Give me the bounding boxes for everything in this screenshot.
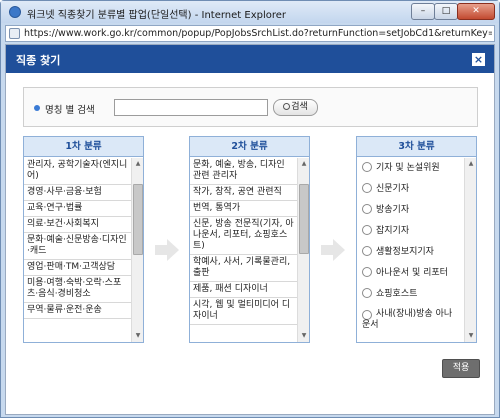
apply-button[interactable]: 적용	[442, 359, 480, 378]
list-item[interactable]: 교육·연구·법률	[24, 201, 131, 217]
maximize-button[interactable]: □	[434, 3, 458, 20]
popup-close-button[interactable]: ×	[472, 53, 485, 66]
column-header-1: 1차 분류	[24, 137, 143, 157]
address-bar[interactable]: https://www.work.go.kr/common/popup/PopJ…	[5, 25, 495, 42]
radio-button[interactable]	[362, 288, 372, 298]
list-item[interactable]: 시각, 웹 및 멀티미디어 디자이너	[190, 298, 297, 325]
radio-button[interactable]	[362, 183, 372, 193]
list-item[interactable]: 경영·사무·금융·보험	[24, 185, 131, 201]
radio-option[interactable]: 신문기자	[357, 179, 464, 200]
scroll-thumb[interactable]	[299, 184, 309, 254]
scrollbar[interactable]: ▲ ▼	[131, 158, 143, 342]
title-bar[interactable]: 워크넷 직종찾기 분류별 팝업(단일선택) - Internet Explore…	[1, 1, 499, 23]
scrollbar[interactable]: ▲ ▼	[297, 158, 309, 342]
search-button-label: 검색	[291, 102, 308, 112]
ie-logo-icon	[9, 6, 21, 18]
scroll-up-icon[interactable]: ▲	[133, 159, 143, 169]
column-header-2: 2차 분류	[190, 137, 309, 157]
radio-option[interactable]: 생활정보지기자	[357, 242, 464, 263]
list-item[interactable]: 문화·예술·신문방송·디자인·캐드	[24, 233, 131, 260]
bullet-icon	[34, 105, 40, 111]
radio-label: 아나운서 및 리포터	[376, 268, 448, 278]
arrow-right-icon	[155, 239, 179, 261]
scroll-down-icon[interactable]: ▼	[299, 331, 309, 341]
scroll-down-icon[interactable]: ▼	[466, 331, 476, 341]
arrow-right-icon	[321, 239, 345, 261]
page-icon	[9, 28, 20, 39]
scroll-up-icon[interactable]: ▲	[466, 159, 476, 169]
radio-label: 기자 및 논설위원	[376, 163, 440, 173]
category-column-1: 1차 분류 관리자, 공학기술자(엔지니어) 경영·사무·금융·보험 교육·연구…	[23, 136, 144, 343]
list-item[interactable]: 무역·물류·운전·운송	[24, 303, 131, 319]
list-item[interactable]: 신문, 방송 전문직(기자, 아나운서, 리포터, 쇼핑호스트)	[190, 217, 297, 255]
list-item[interactable]: 제품, 패션 디자이너	[190, 282, 297, 298]
radio-label: 방송기자	[376, 205, 410, 215]
search-area: 명칭 별 검색 검색	[23, 87, 478, 127]
popup-header: 직종 찾기 ×	[6, 45, 494, 73]
list-item[interactable]: 관리자, 공학기술자(엔지니어)	[24, 158, 131, 185]
category-list-2: 문화, 예술, 방송, 디자인 관련 관리자 작가, 창작, 공연 관련직 번역…	[190, 158, 297, 342]
radio-label: 사내(장내)방송 아나운서	[362, 309, 453, 330]
search-label: 명칭 별 검색	[45, 105, 95, 116]
radio-label: 신문기자	[376, 184, 410, 194]
category-column-3: 3차 분류 기자 및 논설위원 신문기자 방송기자 잡지기자 생활정보지기자 아…	[356, 136, 477, 343]
radio-option[interactable]: 기자 및 논설위원	[357, 158, 464, 179]
category-list-3: 기자 및 논설위원 신문기자 방송기자 잡지기자 생활정보지기자 아나운서 및 …	[357, 158, 464, 342]
column-header-3: 3차 분류	[357, 137, 476, 157]
radio-button[interactable]	[362, 162, 372, 172]
search-input[interactable]	[114, 99, 268, 116]
list-item[interactable]: 미용·여행·숙박·오락·스포츠·음식·경비청소	[24, 276, 131, 303]
scroll-down-icon[interactable]: ▼	[133, 331, 143, 341]
list-item[interactable]: 영업·판매·TM·고객상담	[24, 260, 131, 276]
radio-button[interactable]	[362, 225, 372, 235]
list-item[interactable]: 작가, 창작, 공연 관련직	[190, 185, 297, 201]
radio-label: 쇼핑호스트	[376, 289, 418, 299]
radio-option[interactable]: 방송기자	[357, 200, 464, 221]
radio-button[interactable]	[362, 204, 372, 214]
category-column-2: 2차 분류 문화, 예술, 방송, 디자인 관련 관리자 작가, 창작, 공연 …	[189, 136, 310, 343]
radio-option[interactable]: 쇼핑호스트	[357, 284, 464, 305]
radio-button[interactable]	[362, 246, 372, 256]
list-item[interactable]: 문화, 예술, 방송, 디자인 관련 관리자	[190, 158, 297, 185]
popup-page: 직종 찾기 × 명칭 별 검색 검색 1차 분류 관리자, 공학기술자(엔지니어…	[5, 44, 495, 415]
list-item[interactable]: 학예사, 사서, 기록물관리, 출판	[190, 255, 297, 282]
radio-option[interactable]: 아나운서 및 리포터	[357, 263, 464, 284]
list-item[interactable]: 번역, 통역가	[190, 201, 297, 217]
search-button[interactable]: 검색	[273, 99, 318, 116]
radio-button[interactable]	[362, 267, 372, 277]
address-url[interactable]: https://www.work.go.kr/common/popup/PopJ…	[24, 28, 492, 39]
close-window-button[interactable]: ✕	[457, 3, 495, 20]
minimize-button[interactable]: –	[411, 3, 435, 20]
scrollbar[interactable]: ▲ ▼	[464, 158, 476, 342]
category-list-1: 관리자, 공학기술자(엔지니어) 경영·사무·금융·보험 교육·연구·법률 의료…	[24, 158, 131, 342]
search-icon	[283, 103, 291, 110]
browser-window: 워크넷 직종찾기 분류별 팝업(단일선택) - Internet Explore…	[0, 0, 500, 418]
radio-button[interactable]	[362, 310, 372, 320]
radio-label: 잡지기자	[376, 226, 410, 236]
radio-option[interactable]: 잡지기자	[357, 221, 464, 242]
popup-title: 직종 찾기	[16, 54, 61, 67]
window-title: 워크넷 직종찾기 분류별 팝업(단일선택) - Internet Explore…	[27, 10, 287, 21]
radio-option[interactable]: 사내(장내)방송 아나운서	[357, 305, 464, 335]
radio-label: 생활정보지기자	[376, 247, 434, 257]
scroll-up-icon[interactable]: ▲	[299, 159, 309, 169]
scroll-thumb[interactable]	[133, 184, 143, 255]
list-item[interactable]: 의료·보건·사회복지	[24, 217, 131, 233]
